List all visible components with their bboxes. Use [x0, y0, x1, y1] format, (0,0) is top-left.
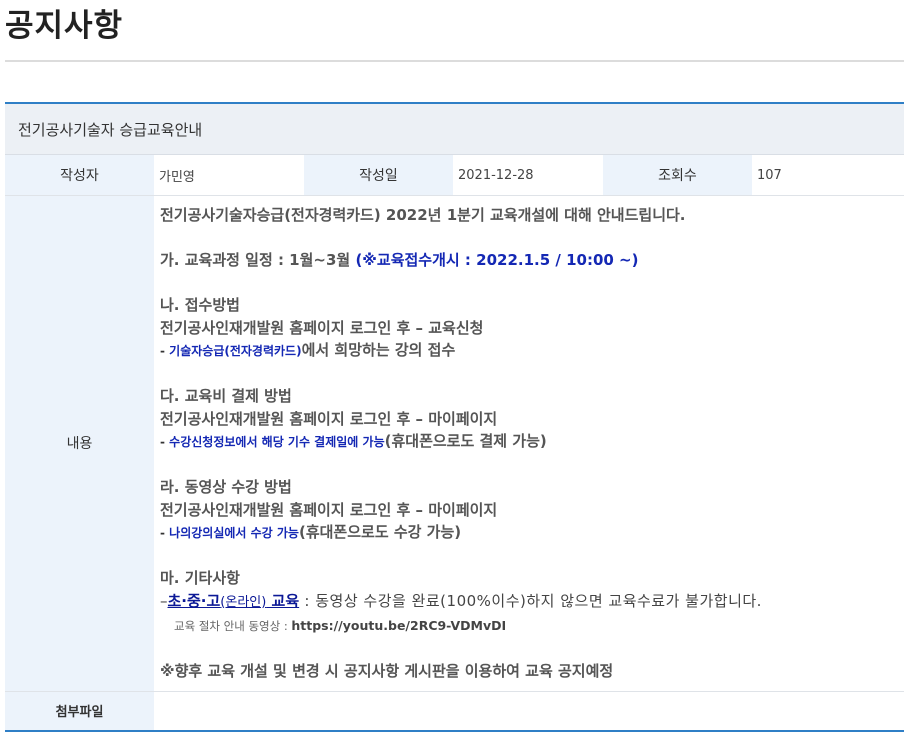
apply-highlight: 기술자승급(전자경력카드): [169, 344, 302, 358]
notice-board: 전기공사기술자 승급교육안내 작성자 가민영 작성일 2021-12-28 조회…: [5, 102, 904, 732]
apply-dash: -: [160, 344, 170, 358]
future-notice: ※향후 교육 개설 및 변경 시 공지사항 게시판을 이용하여 교육 공지예정: [160, 662, 614, 680]
views-value: 107: [757, 167, 782, 183]
online-text: (온라인): [220, 594, 267, 610]
attachment-label: 첨부파일: [5, 691, 154, 730]
schedule-title: 가. 교육과정 일정 : 1월~3월: [160, 251, 356, 269]
section-payment-detail: - 수강신청정보에서 해당 기수 결제일에 가능(휴대폰으로도 결제 가능): [160, 430, 898, 454]
apply-rest: 에서 희망하는 강의 접수: [301, 341, 456, 359]
video-highlight: 나의강의실에서 수강 가능: [169, 526, 299, 540]
payment-highlight: 수강신청정보에서 해당 기수 결제일에 가능: [169, 435, 385, 449]
payment-rest: (휴대폰으로도 결제 가능): [384, 432, 547, 450]
video-guide: 교육 절차 안내 동영상 : https://youtu.be/2RC9-VDM…: [160, 614, 898, 638]
video-guide-label: 교육 절차 안내 동영상 :: [174, 619, 292, 633]
attachment-row: 첨부파일: [5, 691, 904, 732]
video-dash: -: [160, 526, 170, 540]
post-content: 전기공사기술자승급(전자경력카드) 2022년 1분기 교육개설에 대해 안내드…: [154, 196, 898, 691]
post-subject: 전기공사기술자 승급교육안내: [5, 104, 904, 155]
school-link-text: 초·중·고: [167, 591, 221, 610]
etc-dash: –: [160, 591, 168, 610]
section-apply-detail: - 기술자승급(전자경력카드)에서 희망하는 강의 접수: [160, 339, 898, 363]
post-meta-row: 작성자 가민영 작성일 2021-12-28 조회수 107: [5, 155, 904, 196]
school-link[interactable]: 초·중·고(온라인) 교육: [168, 592, 300, 610]
section-apply-title: 나. 접수방법: [160, 296, 240, 314]
date-value: 2021-12-28: [458, 167, 534, 183]
author-label: 작성자: [5, 155, 154, 195]
schedule-highlight: (※교육접수개시 : 2022.1.5 / 10:00 ~): [355, 251, 639, 269]
section-video-detail: - 나의강의실에서 수강 가능(휴대폰으로도 수강 가능): [160, 521, 898, 545]
section-video-line: 전기공사인재개발원 홈페이지 로그인 후 – 마이페이지: [160, 500, 498, 519]
section-video-title: 라. 동영상 수강 방법: [160, 478, 292, 496]
date-label: 작성일: [304, 155, 453, 195]
video-rest: (휴대폰으로도 수강 가능): [298, 523, 462, 541]
etc-rest: : 동영상 수강을 완료(100%이수)하지 않으면 교육수료가 불가합니다.: [299, 591, 762, 610]
views-label: 조회수: [603, 155, 752, 195]
content-label: 내용: [5, 196, 154, 691]
video-guide-link[interactable]: https://youtu.be/2RC9-VDMvDI: [291, 618, 506, 633]
section-apply-line: 전기공사인재개발원 홈페이지 로그인 후 – 교육신청: [160, 318, 484, 337]
section-etc-detail: –초·중·고(온라인) 교육 : 동영상 수강을 완료(100%이수)하지 않으…: [160, 590, 898, 615]
author-value: 가민영: [159, 169, 195, 185]
section-schedule: 가. 교육과정 일정 : 1월~3월 (※교육접수개시 : 2022.1.5 /…: [160, 249, 898, 272]
education-text: 교육: [266, 591, 300, 610]
title-divider: [5, 60, 904, 62]
section-payment-title: 다. 교육비 결제 방법: [160, 387, 292, 405]
attachment-value: [154, 692, 904, 730]
content-intro: 전기공사기술자승급(전자경력카드) 2022년 1분기 교육개설에 대해 안내드…: [160, 206, 686, 224]
section-etc-title: 마. 기타사항: [160, 569, 240, 587]
page-title: 공지사항: [5, 8, 124, 44]
post-content-row: 내용 전기공사기술자승급(전자경력카드) 2022년 1분기 교육개설에 대해 …: [5, 196, 904, 692]
payment-dash: -: [160, 435, 170, 449]
section-payment-line: 전기공사인재개발원 홈페이지 로그인 후 – 마이페이지: [160, 409, 498, 428]
